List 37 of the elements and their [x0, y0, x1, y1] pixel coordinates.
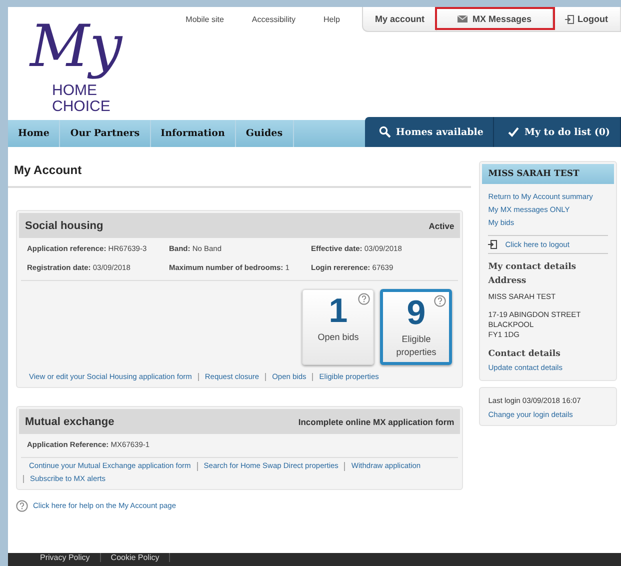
exit-icon — [564, 14, 574, 24]
account-tab[interactable]: Logout — [552, 7, 621, 31]
nav-item[interactable]: Information — [150, 120, 236, 147]
top-link[interactable]: Mobile site — [186, 15, 224, 24]
card-title: Social housing — [25, 220, 104, 232]
footer-link[interactable]: Cookie Policy — [100, 553, 170, 562]
nav-action[interactable]: Homes available — [364, 117, 494, 147]
envelope-icon — [457, 14, 468, 22]
stat-tile[interactable]: 9 Eligible properties — [380, 289, 452, 365]
logo-word: HOME — [52, 83, 97, 98]
search-icon — [378, 126, 391, 138]
footer-link[interactable]: Privacy Policy — [30, 553, 101, 562]
logo-script: My — [28, 11, 124, 81]
exit-icon — [488, 240, 498, 249]
stat-tile[interactable]: 1 Open bids — [302, 289, 374, 365]
section-heading: Contact details — [488, 348, 562, 358]
logo-word: CHOICE — [52, 99, 110, 114]
nav-action[interactable]: My to do list (0) — [494, 117, 621, 147]
card-status: Incomplete online MX application form — [298, 416, 454, 427]
card-title: Mutual exchange — [25, 416, 114, 428]
help-icon — [16, 500, 28, 512]
nav-item[interactable]: Home — [8, 120, 60, 147]
nav-item[interactable]: Guides — [236, 120, 294, 147]
help-icon[interactable] — [434, 295, 446, 307]
top-link[interactable]: Help — [324, 15, 340, 24]
logo[interactable]: My HOME CHOICE — [22, 11, 162, 119]
top-link[interactable]: Accessibility — [252, 15, 296, 24]
help-icon[interactable] — [358, 293, 370, 305]
card-status: Active — [428, 220, 454, 230]
profile-name: MISS SARAH TEST — [482, 164, 614, 184]
page-title: My Account — [14, 163, 83, 177]
nav-item[interactable]: Our Partners — [60, 120, 151, 147]
section-heading: Address — [488, 276, 528, 286]
check-icon — [508, 127, 520, 137]
account-tab[interactable]: MX Messages — [437, 9, 552, 28]
account-tab[interactable]: My account — [362, 7, 438, 31]
section-heading: My contact details — [488, 262, 578, 272]
